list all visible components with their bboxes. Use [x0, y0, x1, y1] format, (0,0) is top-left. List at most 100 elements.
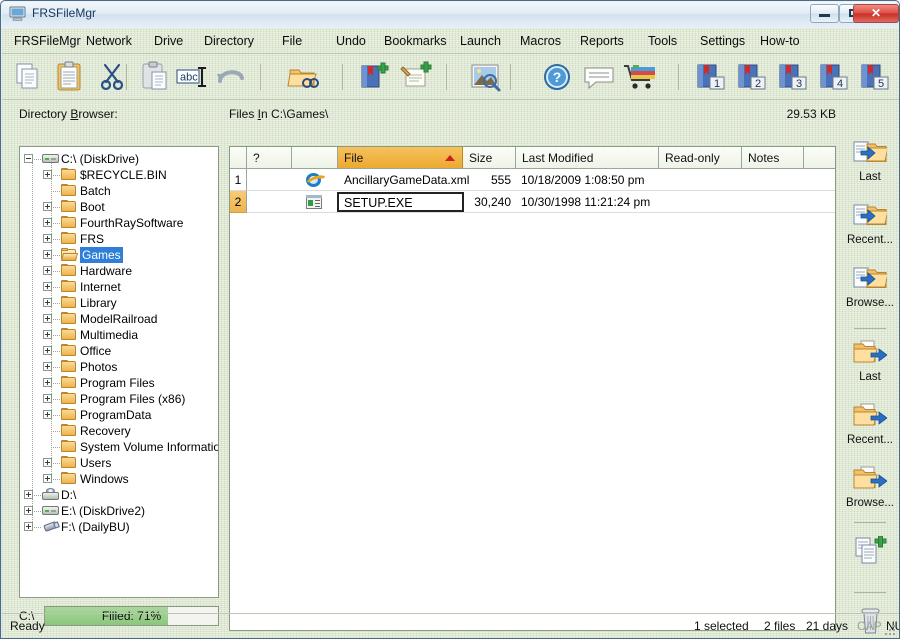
row-flag-cell[interactable] [247, 169, 292, 191]
read-only-cell[interactable] [659, 169, 742, 191]
expand-plus-icon[interactable] [43, 218, 52, 227]
bookmark-2-button[interactable]: 2 [735, 61, 769, 93]
close-button[interactable]: ✕ [853, 4, 899, 23]
menu-item-bookmarks[interactable]: Bookmarks [382, 28, 449, 54]
image-preview-icon[interactable] [468, 61, 506, 93]
expand-plus-icon[interactable] [24, 522, 33, 531]
tree-node-batch[interactable]: Batch [20, 183, 218, 199]
tree-node-library[interactable]: Library [20, 295, 218, 311]
menu-item-network[interactable]: Network [84, 28, 134, 54]
tree-node-frs[interactable]: FRS [20, 231, 218, 247]
paste-icon[interactable] [140, 61, 174, 93]
tree-node-internet[interactable]: Internet [20, 279, 218, 295]
find-folder-icon[interactable] [286, 61, 326, 93]
menu-item-settings[interactable]: Settings [698, 28, 747, 54]
bookmark-1-button[interactable]: 1 [694, 61, 728, 93]
expand-plus-icon[interactable] [43, 314, 52, 323]
menu-item-frsfilemgr[interactable]: FRSFileMgr [12, 28, 83, 54]
bookmark-3-button[interactable]: 3 [776, 61, 810, 93]
sidebar-copy-to-folder-browse-button[interactable]: Browse... [842, 266, 898, 309]
menu-item-file[interactable]: File [280, 28, 304, 54]
column-header-size[interactable]: Size [463, 147, 516, 169]
column-header-modified[interactable]: Last Modified [516, 147, 659, 169]
expand-plus-icon[interactable] [43, 410, 52, 419]
table-row[interactable]: 2SETUP.EXE30,24010/30/1998 11:21:24 pm [230, 191, 835, 213]
expand-plus-icon[interactable] [43, 234, 52, 243]
sidebar-move-to-folder-browse-button[interactable]: Browse... [842, 466, 898, 509]
tree-node-system-volume-information[interactable]: System Volume Information [20, 439, 218, 455]
tree-node-users[interactable]: Users [20, 455, 218, 471]
menu-item-directory[interactable]: Directory [202, 28, 256, 54]
rename-abc-icon[interactable]: abc [174, 61, 214, 93]
row-number[interactable]: 1 [230, 169, 247, 191]
menu-item-undo[interactable]: Undo [334, 28, 368, 54]
file-list-grid[interactable]: ? FileSizeLast ModifiedRead-onlyNotes 1 An… [229, 146, 836, 631]
tree-node-games[interactable]: Games [20, 247, 218, 263]
expand-plus-icon[interactable] [43, 474, 52, 483]
expand-plus-icon[interactable] [43, 266, 52, 275]
copy-icon[interactable] [12, 61, 46, 93]
bookmark-4-button[interactable]: 4 [817, 61, 851, 93]
row-number[interactable]: 2 [230, 191, 247, 213]
help-icon[interactable]: ? [540, 61, 574, 93]
expand-plus-icon[interactable] [43, 170, 52, 179]
paste-clipboard-icon[interactable] [54, 61, 88, 93]
tree-node-boot[interactable]: Boot [20, 199, 218, 215]
expand-plus-icon[interactable] [43, 346, 52, 355]
tree-node-photos[interactable]: Photos [20, 359, 218, 375]
tree-node-windows[interactable]: Windows [20, 471, 218, 487]
expand-plus-icon[interactable] [43, 298, 52, 307]
tree-node-recycle-bin[interactable]: $RECYCLE.BIN [20, 167, 218, 183]
table-row[interactable]: 1AncillaryGameData.xml55510/18/2009 1:08… [230, 169, 835, 191]
expand-plus-icon[interactable] [24, 490, 33, 499]
sidebar-copy-to-folder-last-button[interactable]: Last [842, 140, 898, 183]
menu-item-reports[interactable]: Reports [578, 28, 626, 54]
notes-cell[interactable] [742, 169, 835, 191]
tree-node-modelrailroad[interactable]: ModelRailroad [20, 311, 218, 327]
expand-plus-icon[interactable] [43, 330, 52, 339]
column-header-icon[interactable] [292, 147, 338, 169]
comment-icon[interactable] [582, 61, 616, 93]
expand-plus-icon[interactable] [43, 202, 52, 211]
row-flag-cell[interactable] [247, 191, 292, 213]
tree-node-c-diskdrive[interactable]: C:\ (DiskDrive) [20, 151, 218, 167]
column-header-file[interactable]: File [338, 147, 463, 169]
column-header-num[interactable] [230, 147, 247, 169]
expand-plus-icon[interactable] [43, 362, 52, 371]
cart-icon[interactable] [622, 61, 660, 93]
sidebar-copy-to-folder-recent-button[interactable]: Recent... [842, 203, 898, 246]
tree-node-recovery[interactable]: Recovery [20, 423, 218, 439]
cut-scissors-icon[interactable] [96, 61, 130, 93]
column-header-notes[interactable]: Notes [742, 147, 804, 169]
notes-cell[interactable] [742, 191, 835, 213]
tree-node-office[interactable]: Office [20, 343, 218, 359]
tree-node-program-files-x86[interactable]: Program Files (x86) [20, 391, 218, 407]
column-header-flag[interactable]: ? [247, 147, 292, 169]
resize-grip[interactable] [884, 625, 897, 638]
menu-item-drive[interactable]: Drive [152, 28, 185, 54]
expand-plus-icon[interactable] [43, 378, 52, 387]
expand-plus-icon[interactable] [24, 506, 33, 515]
tree-node-programdata[interactable]: ProgramData [20, 407, 218, 423]
expand-plus-icon[interactable] [43, 394, 52, 403]
read-only-cell[interactable] [659, 191, 742, 213]
tree-node-multimedia[interactable]: Multimedia [20, 327, 218, 343]
minimize-button[interactable] [810, 4, 839, 23]
menu-item-tools[interactable]: Tools [646, 28, 679, 54]
tree-node-program-files[interactable]: Program Files [20, 375, 218, 391]
file-name-cell[interactable]: AncillaryGameData.xml [338, 169, 463, 191]
sidebar-duplicate-button[interactable] [842, 536, 898, 566]
tree-node-fourthraysoftware[interactable]: FourthRaySoftware [20, 215, 218, 231]
tree-node-hardware[interactable]: Hardware [20, 263, 218, 279]
column-header-readonly[interactable]: Read-only [659, 147, 742, 169]
sidebar-move-to-folder-last-button[interactable]: Last [842, 340, 898, 383]
menu-item-how-to[interactable]: How-to [758, 28, 802, 54]
menu-item-macros[interactable]: Macros [518, 28, 563, 54]
file-name-input[interactable]: SETUP.EXE [337, 192, 464, 212]
expand-plus-icon[interactable] [43, 282, 52, 291]
bookmark-5-button[interactable]: 5 [858, 61, 892, 93]
expand-plus-icon[interactable] [43, 250, 52, 259]
tree-node-f-dailybu[interactable]: F:\ (DailyBU) [20, 519, 218, 535]
tree-node-d[interactable]: D:\ [20, 487, 218, 503]
undo-arrow-icon[interactable] [214, 61, 248, 93]
